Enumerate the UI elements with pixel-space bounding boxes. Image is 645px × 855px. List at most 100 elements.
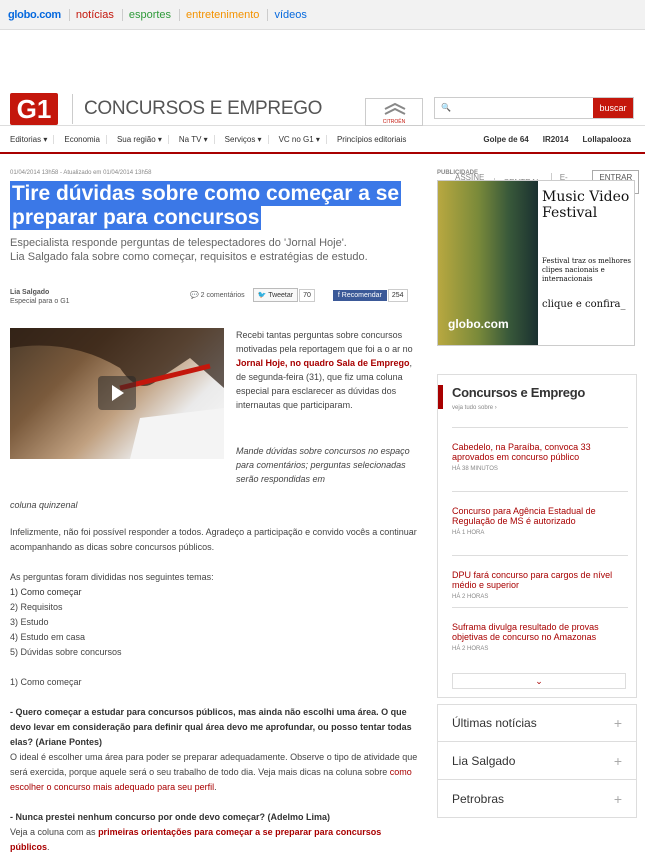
subnav-vc-no-g1[interactable]: VC no G1 ▾ (279, 134, 327, 144)
social-buttons: 💬 2 comentários 🐦 Tweetar 70 f Recomenda… (190, 288, 408, 302)
box-accent-bar (438, 385, 443, 409)
article-timestamp: 01/04/2014 13h58 - Atualizado em 01/04/2… (10, 170, 152, 176)
news-title[interactable]: Concurso para Agência Estadual de Regula… (452, 506, 628, 526)
jornal-hoje-link[interactable]: Jornal Hoje, no quadro Sala de Emprego (236, 358, 410, 368)
article-body: coluna quinzenal Infelizmente, não foi p… (10, 498, 418, 855)
trend-ir2014[interactable]: IR2014 (543, 135, 575, 144)
concursos-news-box: Concursos e Emprego veja tudo sobre › Ca… (437, 374, 637, 698)
subtitle-line-1: Especialista responde perguntas de teles… (10, 237, 347, 249)
accordion-petrobras[interactable]: Petrobras + (437, 780, 637, 818)
news-title[interactable]: Suframa divulga resultado de provas obje… (452, 622, 628, 642)
facebook-icon: f (337, 291, 340, 299)
accordion-label: Últimas notícias (452, 716, 537, 730)
question-1: - Quero começar a estudar para concursos… (10, 705, 418, 750)
accordion-label: Petrobras (452, 791, 505, 806)
paragraph-thanks: Infelizmente, não foi possível responder… (10, 527, 417, 552)
top-nav: notícias esportes entretenimento vídeos (61, 8, 307, 21)
see-all-link[interactable]: veja tudo sobre › (452, 405, 497, 411)
plus-icon: + (613, 715, 622, 731)
news-title[interactable]: Cabedelo, na Paraíba, convoca 33 aprovad… (452, 442, 628, 462)
subnav-servicos[interactable]: Serviços ▾ (225, 134, 269, 144)
twitter-icon: 🐦 (257, 292, 267, 299)
topic-list: 1) Como começar 2) Requisitos 3) Estudo … (10, 585, 418, 660)
accordion-lia-salgado[interactable]: Lia Salgado + (437, 742, 637, 780)
accordion-ultimas-noticias[interactable]: Últimas notícias + (437, 704, 637, 742)
nav-videos[interactable]: vídeos (267, 8, 307, 21)
answer-1-text: O ideal é escolher uma área para poder s… (10, 752, 418, 777)
intro-text-a: Recebi tantas perguntas sobre concursos … (236, 330, 413, 354)
topic-item: 3) Estudo (10, 617, 49, 627)
nav-entretenimento[interactable]: entretenimento (179, 8, 259, 21)
article-paragraph-callout: Mande dúvidas sobre concursos no espaço … (236, 446, 410, 484)
chevron-down-icon: ⌄ (535, 676, 543, 686)
search-button[interactable]: buscar (593, 98, 633, 118)
like-count: 254 (387, 288, 408, 302)
news-time: HÁ 38 MINUTOS (452, 466, 498, 472)
ad-cta[interactable]: clique e confira_ (542, 299, 626, 311)
section-title[interactable]: CONCURSOS E EMPREGO (84, 98, 322, 120)
news-time: HÁ 2 HORAS (452, 594, 489, 600)
ad-title: Music Video Festival (542, 189, 630, 221)
nav-esportes[interactable]: esportes (121, 8, 171, 21)
ad-text: Festival traz os melhores clipes naciona… (542, 257, 631, 283)
subnav-na-tv[interactable]: Na TV ▾ (179, 134, 215, 144)
question-2: - Nunca prestei nenhum concurso por onde… (10, 812, 331, 822)
comments-count: 2 comentários (200, 292, 245, 299)
accordion-label: Lia Salgado (452, 753, 516, 768)
comments-link[interactable]: 💬 2 comentários (190, 291, 245, 299)
subnav-editorias[interactable]: Editorias ▾ (10, 134, 55, 144)
search-box[interactable]: 🔍 buscar (434, 97, 634, 119)
answer-2: Veja a coluna com as primeiras orientaçõ… (10, 827, 382, 852)
news-item[interactable]: Concurso para Agência Estadual de Regula… (452, 491, 628, 536)
answer-1: O ideal é escolher uma área para poder s… (10, 752, 418, 792)
subnav-principios[interactable]: Princípios editoriais (337, 135, 412, 144)
globo-logo-link[interactable]: globo.com (8, 9, 61, 21)
topic-item: 2) Requisitos (10, 602, 63, 612)
header-divider (72, 94, 73, 124)
topic-item: 4) Estudo em casa (10, 632, 86, 642)
citroen-logo-icon (384, 102, 406, 115)
trend-golpe-64[interactable]: Golpe de 64 (483, 135, 534, 144)
article-video-thumbnail[interactable] (10, 328, 224, 459)
tweet-button[interactable]: 🐦 Tweetar (252, 288, 299, 302)
article-paragraph-intro: Recebi tantas perguntas sobre concursos … (236, 328, 418, 412)
subnav-sua-regiao[interactable]: Sua região ▾ (117, 134, 169, 144)
load-more-button[interactable]: ⌄ (452, 673, 626, 689)
nav-noticias[interactable]: notícias (68, 8, 114, 21)
author-social-row: Lia Salgado Especial para o G1 💬 2 comen… (10, 288, 418, 314)
advertising-label: PUBLICIDADE (437, 170, 479, 176)
like-label: Recomendar (341, 291, 382, 299)
callout-end: coluna quinzenal (10, 500, 78, 510)
search-input[interactable]: 🔍 (441, 103, 451, 112)
site-header: G1 CONCURSOS E EMPREGO CITROËN 🔍 buscar (0, 30, 645, 126)
question-1-author: (Ariane Pontes) (35, 737, 103, 747)
plus-icon: + (613, 752, 622, 769)
ad-globo-logo: globo.com (448, 317, 509, 331)
section-heading-1: 1) Como começar (10, 677, 82, 687)
topic-item: 5) Dúvidas sobre concursos (10, 647, 122, 657)
news-title[interactable]: DPU fará concurso para cargos de nível m… (452, 570, 628, 590)
news-time: HÁ 1 HORA (452, 530, 485, 536)
article: 01/04/2014 13h58 - Atualizado em 01/04/2… (10, 170, 418, 852)
g1-logo[interactable]: G1 (10, 93, 58, 125)
tweet-label: Tweetar (268, 292, 294, 299)
box-title[interactable]: Concursos e Emprego (452, 385, 585, 400)
paragraph-topics-intro: As perguntas foram divididas nos seguint… (10, 572, 214, 582)
subtitle-line-2: Lia Salgado fala sobre como começar, req… (10, 251, 368, 263)
trending-topics: Golpe de 64 IR2014 Lollapalooza (483, 135, 645, 144)
news-item[interactable]: Cabedelo, na Paraíba, convoca 33 aprovad… (452, 427, 628, 472)
news-item[interactable]: DPU fará concurso para cargos de nível m… (452, 555, 628, 600)
topic-item: 1) Como começar (10, 587, 82, 597)
plus-icon: + (613, 790, 622, 807)
citroen-ad[interactable]: CITROËN (365, 98, 423, 126)
play-icon[interactable] (98, 376, 136, 410)
news-item[interactable]: Suframa divulga resultado de provas obje… (452, 607, 628, 652)
music-festival-ad[interactable]: globo.com Music Video Festival Festival … (437, 180, 635, 346)
sidebar: PUBLICIDADE globo.com Music Video Festiv… (437, 170, 637, 346)
trend-lollapalooza[interactable]: Lollapalooza (583, 135, 637, 144)
facebook-like-button[interactable]: f Recomendar (332, 289, 387, 301)
subnav-economia[interactable]: Economia (64, 134, 107, 144)
citroen-ad-text: CITROËN (382, 119, 406, 125)
article-title: Tire dúvidas sobre como começar a se pre… (10, 181, 402, 230)
sub-navigation: Editorias ▾ Economia Sua região ▾ Na TV … (0, 126, 645, 154)
